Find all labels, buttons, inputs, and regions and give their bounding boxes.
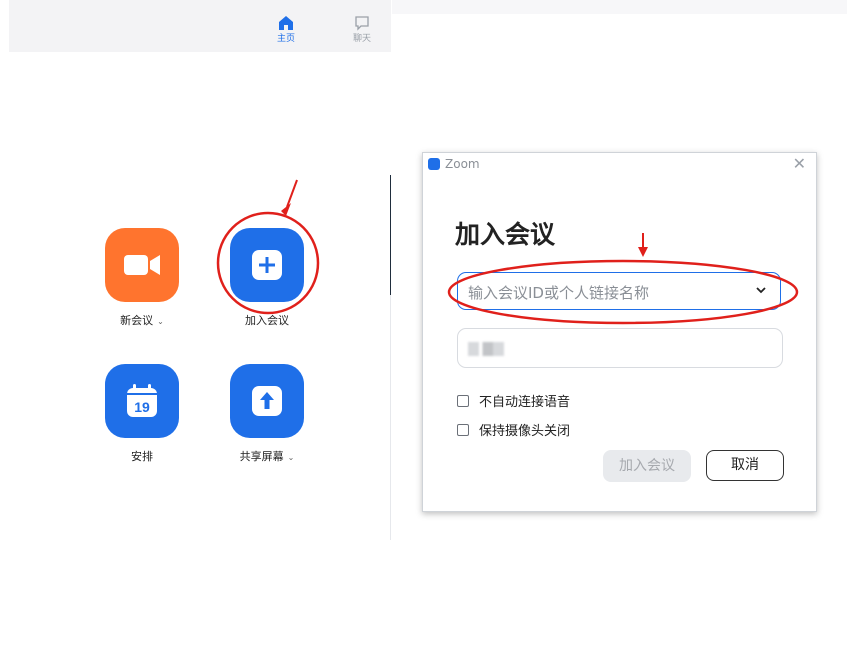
chat-icon <box>353 14 371 32</box>
join-button[interactable]: 加入会议 <box>603 450 691 482</box>
no-audio-label: 不自动连接语音 <box>479 395 571 410</box>
meeting-id-input[interactable] <box>466 281 750 305</box>
camera-off-label: 保持摄像头关闭 <box>479 424 571 439</box>
blurred-name <box>468 342 504 356</box>
no-audio-checkbox[interactable] <box>457 394 469 407</box>
video-camera-icon <box>124 255 160 275</box>
no-audio-option[interactable]: 不自动连接语音 <box>457 391 570 410</box>
share-screen-button[interactable] <box>230 364 304 438</box>
background-window-strip <box>392 0 847 14</box>
panel-divider <box>390 175 391 295</box>
chevron-down-icon[interactable] <box>754 283 768 297</box>
join-meeting-dialog: Zoom ✕ 加入会议 不自动连接语音 保持摄像头关闭 加入会议 取消 <box>422 152 817 512</box>
dialog-heading: 加入会议 <box>455 220 556 249</box>
tab-home[interactable]: 主页 <box>266 14 306 45</box>
tab-chat-label: 聊天 <box>352 34 371 44</box>
new-meeting-button[interactable] <box>105 228 179 302</box>
join-meeting-button[interactable] <box>230 228 304 302</box>
annotation-arrow-head <box>281 203 291 216</box>
share-up-arrow-icon <box>252 386 282 416</box>
schedule-button[interactable]: 19 <box>105 364 179 438</box>
share-screen-label: 共享屏幕 <box>239 450 284 463</box>
tab-home-label: 主页 <box>276 34 295 44</box>
close-icon[interactable]: ✕ <box>793 155 806 173</box>
camera-off-option[interactable]: 保持摄像头关闭 <box>457 420 570 439</box>
panel-divider-light <box>390 295 391 540</box>
top-nav-bar: 主页 聊天 <box>9 0 391 52</box>
camera-off-checkbox[interactable] <box>457 423 469 436</box>
display-name-field[interactable] <box>457 328 783 368</box>
schedule-label: 安排 <box>131 450 153 463</box>
home-icon <box>277 14 295 32</box>
annotation-arrow-shaft <box>286 179 298 208</box>
plus-icon <box>252 250 282 280</box>
meeting-id-field[interactable] <box>457 272 781 310</box>
cancel-button[interactable]: 取消 <box>706 450 784 481</box>
calendar-icon: 19 <box>127 384 157 417</box>
zoom-logo-icon <box>428 158 440 170</box>
join-meeting-label: 加入会议 <box>245 314 289 327</box>
dialog-title: Zoom <box>445 157 480 171</box>
chevron-down-icon[interactable]: ⌄ <box>288 453 295 462</box>
tab-chat[interactable]: 聊天 <box>342 14 382 45</box>
calendar-day: 19 <box>134 399 150 415</box>
new-meeting-label: 新会议 <box>120 314 154 327</box>
chevron-down-icon[interactable]: ⌄ <box>157 317 164 326</box>
dialog-titlebar: Zoom ✕ <box>423 153 816 175</box>
